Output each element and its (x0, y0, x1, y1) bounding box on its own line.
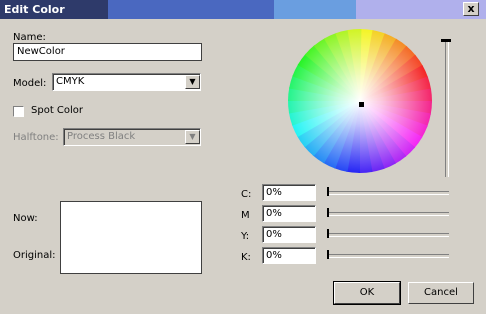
spot-color-label: Spot Color (31, 105, 84, 116)
magenta-slider-thumb[interactable] (327, 208, 329, 217)
halftone-select[interactable]: Process Black (63, 128, 201, 146)
original-label: Original: (13, 250, 56, 261)
yellow-input[interactable]: 0% (262, 226, 316, 243)
black-slider-thumb[interactable] (327, 250, 329, 259)
cancel-button[interactable]: Cancel (408, 282, 474, 304)
halftone-label: Halftone: (13, 132, 59, 143)
black-label: K: (241, 252, 251, 263)
saturation-overlay (288, 29, 432, 173)
title-bar (0, 0, 486, 19)
spot-color-checkbox[interactable] (13, 106, 24, 117)
magenta-input[interactable]: 0% (262, 205, 316, 222)
halftone-dropdown-button[interactable]: ▼ (185, 130, 200, 144)
model-select[interactable]: CMYK (52, 73, 201, 91)
black-slider-track[interactable] (327, 254, 449, 258)
chevron-down-icon: ▼ (189, 77, 196, 86)
cyan-label: C: (241, 189, 252, 200)
brightness-slider-track[interactable] (445, 42, 449, 177)
name-field[interactable]: NewColor (13, 43, 202, 61)
color-preview (60, 201, 202, 274)
yellow-slider-track[interactable] (327, 233, 449, 237)
title-bar-segment (108, 0, 274, 19)
magenta-label: M (241, 210, 250, 221)
magenta-slider-track[interactable] (327, 212, 449, 216)
cyan-slider-thumb[interactable] (327, 187, 329, 196)
now-label: Now: (13, 213, 38, 224)
model-dropdown-button[interactable]: ▼ (185, 75, 200, 89)
model-label: Model: (13, 78, 47, 89)
black-input[interactable]: 0% (262, 247, 316, 264)
close-button[interactable]: x (463, 2, 479, 16)
color-wheel[interactable] (286, 26, 434, 176)
cyan-slider-track[interactable] (327, 191, 449, 195)
close-icon: x (467, 2, 475, 15)
yellow-label: Y: (241, 231, 250, 242)
cyan-input[interactable]: 0% (262, 184, 316, 201)
wheel-marker[interactable] (359, 102, 364, 107)
brightness-slider-thumb[interactable] (441, 39, 451, 42)
chevron-down-icon: ▼ (189, 132, 196, 141)
yellow-slider-thumb[interactable] (327, 229, 329, 238)
window-title: Edit Color (4, 3, 65, 16)
name-label: Name: (13, 32, 46, 43)
ok-button[interactable]: OK (333, 281, 401, 305)
title-bar-segment (274, 0, 356, 19)
